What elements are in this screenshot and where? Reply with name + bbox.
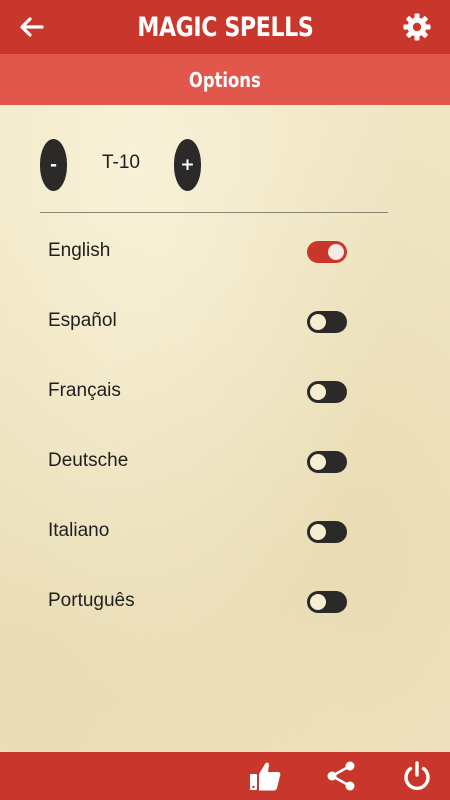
app-title: MAGIC SPELLS: [136, 11, 314, 43]
language-toggle-italiano[interactable]: [307, 521, 347, 543]
toggle-knob: [310, 384, 326, 400]
toggle-knob: [310, 594, 326, 610]
back-button[interactable]: [14, 11, 50, 43]
toggle-knob: [328, 244, 344, 260]
power-button[interactable]: [398, 758, 436, 794]
share-icon: [327, 761, 355, 791]
toggle-knob: [310, 454, 326, 470]
top-app-bar: MAGIC SPELLS: [0, 0, 450, 54]
language-toggle-portugues[interactable]: [307, 591, 347, 613]
language-row-deutsche: Deutsche: [0, 442, 450, 482]
language-label: Português: [48, 590, 135, 611]
language-row-italiano: Italiano: [0, 512, 450, 552]
share-button[interactable]: [322, 758, 360, 794]
language-row-francais: Français: [0, 372, 450, 412]
gear-icon: [403, 13, 431, 41]
language-label: Italiano: [48, 520, 110, 541]
power-icon: [404, 761, 430, 791]
toggle-knob: [310, 314, 326, 330]
increase-text-size-button[interactable]: +: [174, 139, 201, 191]
language-row-english: English: [0, 232, 450, 272]
language-toggle-deutsche[interactable]: [307, 451, 347, 473]
language-label: Español: [48, 310, 117, 331]
like-button[interactable]: [246, 758, 284, 794]
options-bar: Options: [0, 54, 450, 105]
settings-button[interactable]: [400, 10, 434, 44]
thumbs-up-icon: [250, 762, 281, 791]
language-row-portugues: Português: [0, 582, 450, 622]
language-toggle-francais[interactable]: [307, 381, 347, 403]
language-toggle-english[interactable]: [307, 241, 347, 263]
toggle-knob: [310, 524, 326, 540]
language-label: English: [48, 240, 111, 261]
language-label: Deutsche: [48, 450, 129, 471]
divider: [40, 212, 388, 213]
text-size-value: T-10: [101, 152, 141, 173]
language-row-espanol: Español: [0, 302, 450, 342]
language-label: Français: [48, 380, 121, 401]
language-toggle-espanol[interactable]: [307, 311, 347, 333]
options-title: Options: [189, 67, 261, 92]
decrease-text-size-button[interactable]: -: [40, 139, 67, 191]
bottom-bar: [0, 752, 450, 800]
back-arrow-icon: [20, 17, 44, 37]
